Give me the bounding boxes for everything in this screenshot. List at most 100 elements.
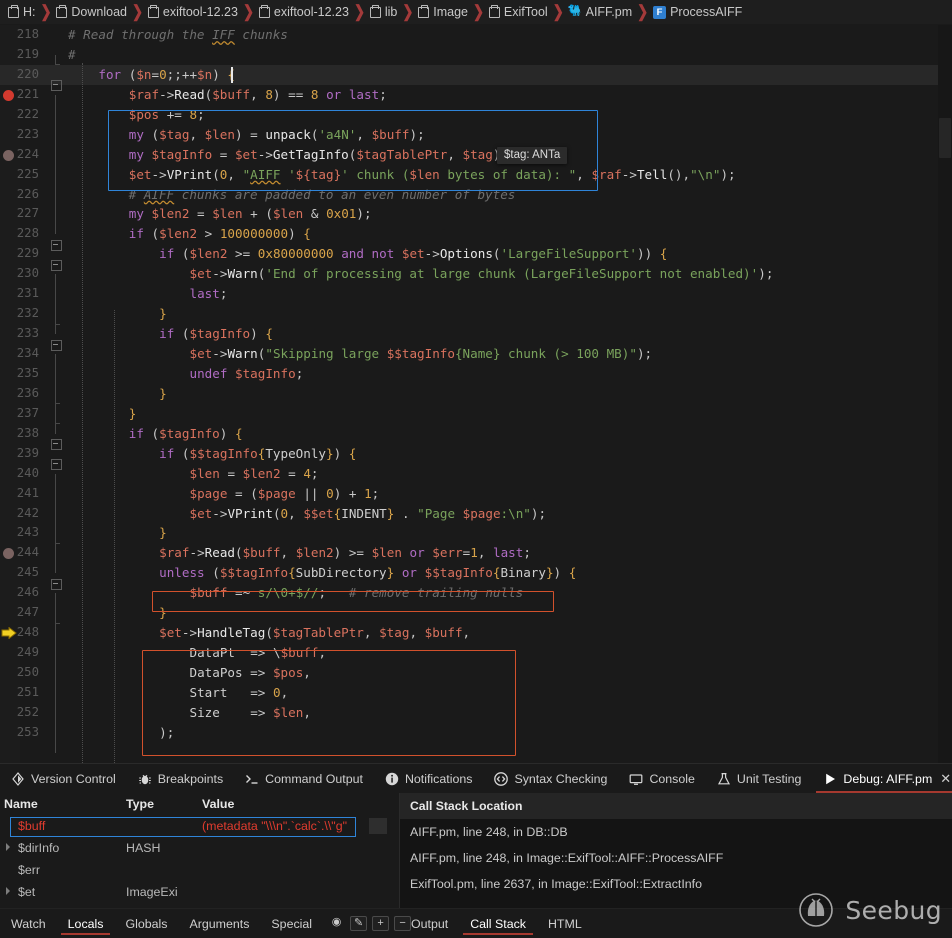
variable-row[interactable]: $dirInfo HASH (0, 837, 399, 859)
code-line-221[interactable]: 221 $raf->Read($buff, 8) == 8 or last; (0, 85, 938, 115)
sub-tab-arguments[interactable]: Arguments (179, 909, 261, 938)
panel-tab-syntax-checking[interactable]: Syntax Checking (483, 764, 618, 793)
line-number[interactable]: 237 (0, 404, 46, 424)
line-number[interactable]: 223 (0, 125, 46, 145)
code-line-219[interactable]: 219 # (0, 45, 938, 75)
line-number[interactable]: 231 (0, 284, 46, 304)
call-stack-panel[interactable]: Call Stack Location AIFF.pm, line 248, i… (400, 793, 952, 908)
code-line-226[interactable]: 226 # AIFF chunks are padded to an even … (0, 185, 938, 215)
breadcrumb-item-exiftool-12-23[interactable]: exiftool-12.23 (146, 4, 240, 19)
line-number[interactable]: 251 (0, 683, 46, 703)
breadcrumb[interactable]: H: ❯ Download ❯ exiftool-12.23 ❯ exiftool-12.2… (0, 0, 952, 25)
panel-tab-version-control[interactable]: Version Control (0, 764, 127, 793)
line-number[interactable]: 238 (0, 424, 46, 444)
variable-row[interactable]: $err (0, 859, 399, 881)
line-number[interactable]: 252 (0, 703, 46, 723)
code-line-247[interactable]: 247 } (0, 603, 938, 634)
close-icon[interactable]: ✕ (938, 771, 951, 787)
panel-tab-notifications[interactable]: Notifications (374, 764, 484, 793)
sub-tab-special[interactable]: Special (260, 909, 323, 938)
code-line-252[interactable]: 252 Size => $len, (0, 703, 938, 733)
code-line-238[interactable]: 238 if ($tagInfo) { (0, 424, 938, 451)
variables-scrollbar-thumb[interactable] (369, 818, 387, 834)
code-line-239[interactable]: 239 if ($$tagInfo{TypeOnly}) { (0, 444, 938, 471)
chevron-right-icon[interactable] (6, 887, 10, 895)
code-line-249[interactable]: 249 DataPt => \$buff, (0, 643, 938, 674)
line-number[interactable]: 241 (0, 484, 46, 504)
breadcrumb-item-lib[interactable]: lib (368, 4, 400, 19)
code-line-227[interactable]: 227 my $len2 = $len + ($len & 0x01); (0, 204, 938, 235)
call-stack-row[interactable]: AIFF.pm, line 248, in Image::ExifTool::A… (400, 845, 952, 871)
code-line-242[interactable]: 242 $et->VPrint(0, $$et{INDENT} . "Page … (0, 504, 938, 534)
code-line-220[interactable]: 220 for ($n=0;;++$n) { (0, 64, 938, 92)
panel-tab-strip[interactable]: Version Control Breakpoints Command Output… (0, 763, 952, 793)
line-number[interactable]: 250 (0, 663, 46, 683)
code-line-223[interactable]: 223 my ($tag, $len) = unpack('a4N', $buf… (0, 125, 938, 155)
line-number[interactable]: 243 (0, 523, 46, 543)
code-line-233[interactable]: 233 if ($tagInfo) { (0, 324, 938, 351)
sub-tab-watch[interactable]: Watch (0, 909, 57, 938)
code-line-218[interactable]: 218 # Read through the IFF chunks (0, 25, 938, 45)
code-line-222[interactable]: 222 $pos += 8; (0, 105, 938, 135)
breadcrumb-item-image[interactable]: Image (416, 4, 470, 19)
code-line-245[interactable]: 245 unless ($$tagInfo{SubDirectory} or $… (0, 563, 938, 590)
chevron-right-icon[interactable] (6, 843, 10, 851)
code-line-228[interactable]: 228 if ($len2 > 100000000) { (0, 224, 938, 251)
line-number[interactable]: 240 (0, 464, 46, 484)
line-number[interactable]: 247 (0, 603, 46, 623)
plus-icon[interactable]: + (372, 916, 390, 931)
code-line-250[interactable]: 250 DataPos => $pos, (0, 663, 938, 693)
code-line-224[interactable]: 224 my $tagInfo = $et->GetTagInfo($tagTa… (0, 145, 938, 175)
code-line-253[interactable]: 253 ); (0, 723, 938, 753)
eye-icon[interactable]: ◉ (328, 916, 345, 931)
breadcrumb-item-download[interactable]: Download (54, 4, 129, 19)
breadcrumb-item-exiftool[interactable]: ExifTool (487, 4, 550, 19)
line-number[interactable]: 236 (0, 384, 46, 404)
code-line-229[interactable]: 229 if ($len2 >= 0x80000000 and not $et-… (0, 244, 938, 271)
panel-tab-console[interactable]: Console (618, 764, 705, 793)
sub-tab-globals[interactable]: Globals (114, 909, 178, 938)
panel-tab-breakpoints[interactable]: Breakpoints (127, 764, 234, 793)
sub-tab-locals[interactable]: Locals (57, 909, 115, 938)
variables-rows[interactable]: $buff (metadata "\\\n".`calc`.\\"g" $dirIn… (0, 815, 399, 903)
line-number[interactable]: 228 (0, 224, 46, 244)
code-line-241[interactable]: 241 $page = ($page || 0) + 1; (0, 484, 938, 514)
panel-tab-unit-testing[interactable]: Unit Testing (706, 764, 813, 793)
line-number[interactable]: 220 (0, 65, 46, 85)
line-number[interactable]: 232 (0, 304, 46, 324)
variable-row[interactable]: $buff (metadata "\\\n".`calc`.\\"g" (0, 815, 399, 837)
line-number[interactable]: 253 (0, 723, 46, 743)
code-line-234[interactable]: 234 $et->Warn("Skipping large $$tagInfo{… (0, 344, 938, 374)
breadcrumb-item-exiftool-12-23[interactable]: exiftool-12.23 (257, 4, 351, 19)
line-number[interactable]: 225 (0, 165, 46, 185)
code-line-248[interactable]: 248 $et->HandleTag($tagTablePtr, $tag, $… (0, 623, 938, 654)
breakpoint-disabled-icon[interactable] (3, 149, 14, 161)
call-stack-rows[interactable]: AIFF.pm, line 248, in DB::DB AIFF.pm, lin… (400, 819, 952, 897)
code-line-230[interactable]: 230 $et->Warn('End of processing at larg… (0, 264, 938, 295)
line-number[interactable]: 229 (0, 244, 46, 264)
edit-pencil-icon[interactable]: ✎ (350, 916, 368, 931)
call-stack-row[interactable]: ExifTool.pm, line 2637, in Image::ExifTo… (400, 871, 952, 897)
sub-tab-bar[interactable]: Watch Locals Globals Arguments Special ◉ ✎ + − O… (0, 908, 952, 938)
code-line-235[interactable]: 235 undef $tagInfo; (0, 364, 938, 394)
sub-tab-output[interactable]: Output (400, 909, 459, 938)
line-number[interactable]: 249 (0, 643, 46, 663)
variables-panel[interactable]: Name Type Value $buff (metadata "\\\n".`c… (0, 793, 400, 908)
code-line-225[interactable]: 225 $et->VPrint(0, "AIFF '${tag}' chunk … (0, 165, 938, 195)
panel-tab-debug-aiff-pm[interactable]: Debug: AIFF.pm ✕ (812, 764, 952, 793)
code-line-232[interactable]: 232 } (0, 304, 938, 335)
sub-tab-html[interactable]: HTML (537, 909, 593, 938)
variables-sub-tabs[interactable]: Watch Locals Globals Arguments Special ◉ ✎ + − (0, 909, 412, 938)
code-line-246[interactable]: 246 $buff =~ s/\0+$//; # remove trailing… (0, 583, 938, 614)
editor-scrollbar[interactable] (938, 25, 952, 763)
code-line-236[interactable]: 236 } (0, 384, 938, 414)
line-number[interactable]: 226 (0, 185, 46, 205)
code-line-244[interactable]: 244 $raf->Read($buff, $len2) >= $len or … (0, 543, 938, 574)
breadcrumb-item-processaiff[interactable]: F ProcessAIFF (651, 5, 744, 19)
breadcrumb-item-aiff-pm[interactable]: AIFF.pm (567, 5, 635, 19)
line-number[interactable]: 219 (0, 45, 46, 65)
editor-scrollbar-thumb[interactable] (939, 118, 951, 158)
sub-tab-call-stack[interactable]: Call Stack (459, 909, 537, 938)
line-number[interactable]: 246 (0, 583, 46, 603)
line-number[interactable]: 233 (0, 324, 46, 344)
